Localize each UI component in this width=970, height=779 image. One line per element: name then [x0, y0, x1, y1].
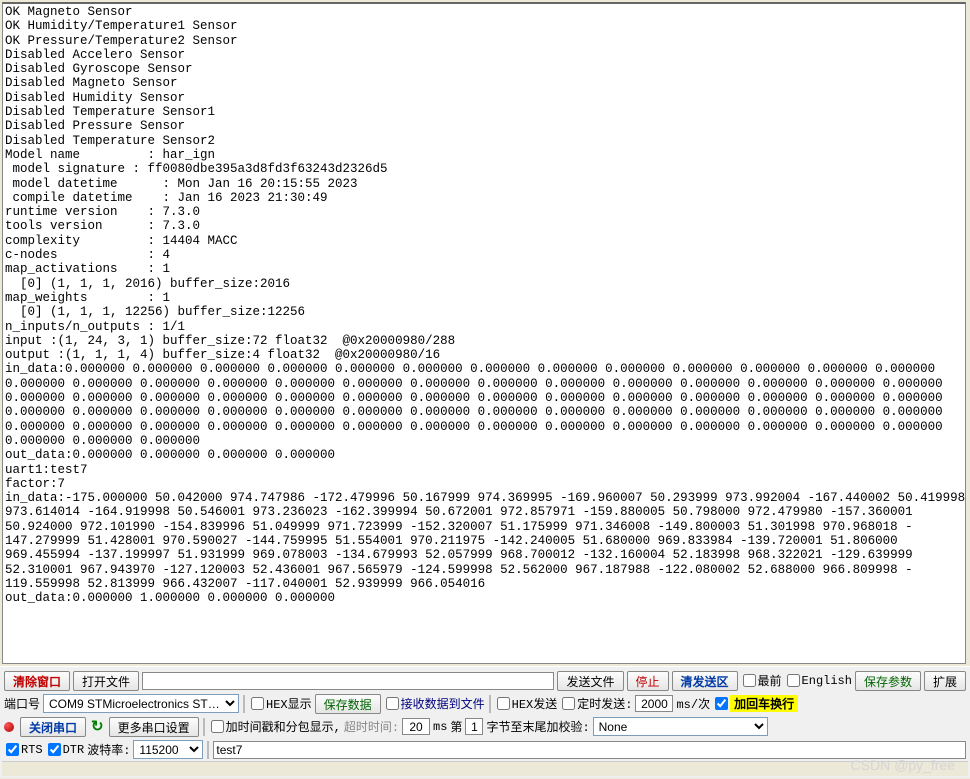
baud-label: 波特率: — [87, 741, 130, 758]
toolbar-row-2: 端口号 COM9 STMicroelectronics ST… HEX显示 保存… — [2, 692, 968, 715]
timed-send-checkbox[interactable]: 定时发送: — [560, 695, 632, 712]
save-data-button[interactable]: 保存数据 — [315, 694, 381, 714]
save-params-button[interactable]: 保存参数 — [855, 671, 921, 691]
toolbar-row-4: RTS DTR 波特率: 115200 — [2, 738, 968, 761]
expand-button[interactable]: 扩展 — [924, 671, 966, 691]
close-port-button[interactable]: 关闭串口 — [20, 717, 86, 737]
clear-send-button[interactable]: 清发送区 — [672, 671, 738, 691]
hex-display-checkbox[interactable]: HEX显示 — [249, 695, 312, 712]
recv-to-file-checkbox[interactable]: 接收数据到文件 — [384, 695, 485, 712]
checksum-label: 字节至末尾加校验: — [486, 718, 589, 735]
output-text: OK Magneto Sensor OK Humidity/Temperatur… — [5, 5, 965, 605]
send-file-button[interactable]: 发送文件 — [557, 671, 623, 691]
toolbar-row-3: 关闭串口 ↻ 更多串口设置 加时间戳和分包显示, 超时时间: ms 第 字节至末… — [2, 715, 968, 738]
ms-label: ms — [433, 720, 447, 734]
port-combo[interactable]: COM9 STMicroelectronics ST… — [43, 694, 239, 713]
clear-window-button[interactable]: 清除窗口 — [4, 671, 70, 691]
more-settings-button[interactable]: 更多串口设置 — [109, 717, 199, 737]
nth-input[interactable] — [465, 718, 483, 735]
control-panel: 清除窗口 打开文件 发送文件 停止 清发送区 最前 English 保存参数 扩… — [0, 666, 970, 778]
send-text-input[interactable] — [213, 741, 966, 759]
front-checkbox[interactable]: 最前 — [741, 672, 782, 689]
record-icon — [4, 722, 14, 732]
timeout-label: 超时时间: — [344, 718, 399, 735]
file-path-input[interactable] — [142, 672, 554, 690]
english-checkbox[interactable]: English — [785, 674, 852, 688]
status-strip — [2, 761, 968, 776]
add-crlf-checkbox[interactable]: 加回车换行 — [713, 695, 798, 712]
timed-interval-input[interactable] — [635, 695, 673, 712]
open-file-button[interactable]: 打开文件 — [73, 671, 139, 691]
serial-output[interactable]: OK Magneto Sensor OK Humidity/Temperatur… — [2, 2, 966, 664]
nth-label: 第 — [450, 718, 462, 735]
reload-icon[interactable]: ↻ — [89, 717, 106, 736]
hex-send-checkbox[interactable]: HEX发送 — [495, 695, 558, 712]
rts-checkbox[interactable]: RTS — [4, 743, 43, 757]
ms-per-label: ms/次 — [676, 695, 710, 712]
timeout-input[interactable] — [402, 718, 430, 735]
timestamp-checkbox[interactable]: 加时间戳和分包显示, — [209, 718, 341, 735]
checksum-combo[interactable]: None — [593, 717, 768, 736]
toolbar-row-1: 清除窗口 打开文件 发送文件 停止 清发送区 最前 English 保存参数 扩… — [2, 669, 968, 692]
stop-button[interactable]: 停止 — [627, 671, 669, 691]
dtr-checkbox[interactable]: DTR — [46, 743, 85, 757]
port-label: 端口号 — [4, 695, 40, 712]
baud-combo[interactable]: 115200 — [133, 740, 203, 759]
